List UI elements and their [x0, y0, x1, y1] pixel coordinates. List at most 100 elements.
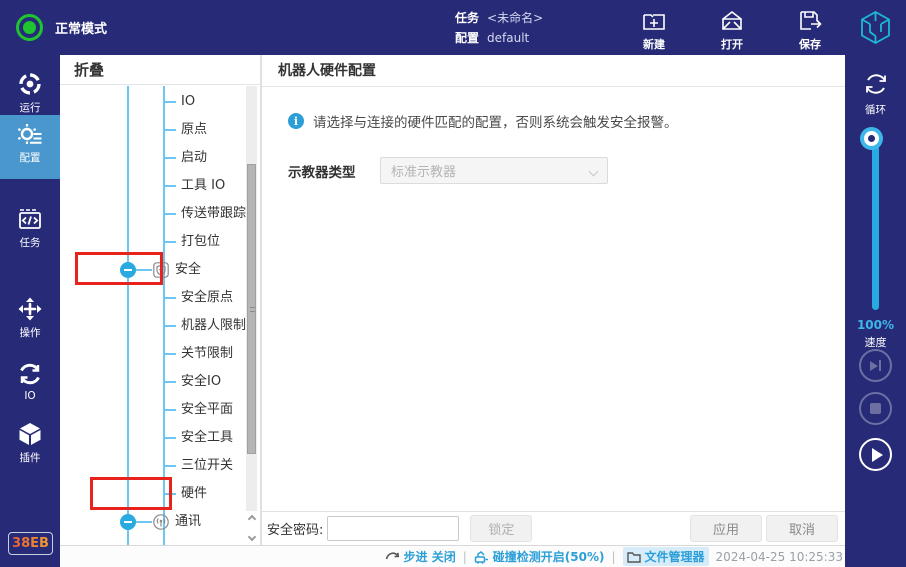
open-button[interactable]: 打开 [704, 8, 760, 52]
tree-item-packing-position[interactable]: 打包位 [60, 228, 244, 256]
tree-item-three-position-switch[interactable]: 三位开关 [60, 452, 244, 480]
content-footer-bar: 安全密码: 锁定 应用 取消 [262, 511, 845, 545]
tree-branch-line [164, 325, 176, 327]
collapse-toggle-icon[interactable] [120, 262, 136, 278]
cancel-button[interactable]: 取消 [766, 515, 838, 542]
play-icon [872, 448, 883, 462]
chevron-down-icon [589, 167, 599, 177]
sidebar-item-config[interactable]: 配置 [0, 115, 60, 179]
tree-branch-line [164, 409, 176, 411]
loop-button[interactable]: 循环 [845, 69, 906, 117]
sidebar-item-task[interactable]: 任务 [0, 200, 60, 250]
info-text: 请选择与连接的硬件匹配的配置，否则系统会触发安全报警。 [313, 111, 678, 131]
save-icon [797, 8, 823, 34]
tree-item-safety-plane[interactable]: 安全平面 [60, 396, 244, 424]
safety-shield-icon [153, 262, 169, 278]
tree-branch-line [164, 493, 176, 495]
new-button[interactable]: 新建 [626, 8, 682, 52]
task-code-icon [17, 206, 43, 232]
sidebar-item-label: IO [24, 390, 35, 402]
config-tree-panel: 折叠 IO 原点 启动 工具 IO 传送带跟踪 打包位 安全 安全原点 机器人限… [60, 55, 262, 545]
scroll-down-icon[interactable] [247, 533, 255, 541]
tree-scrollbar-track[interactable] [246, 86, 257, 511]
tree-item-origin[interactable]: 原点 [60, 116, 244, 144]
scroll-up-icon[interactable] [247, 515, 255, 523]
tree-item-safety-tool[interactable]: 安全工具 [60, 424, 244, 452]
run-icon [17, 71, 43, 97]
file-manager-button[interactable]: 文件管理器 [623, 547, 709, 566]
tree-item-hardware[interactable]: 硬件 [60, 480, 244, 508]
mode-label: 正常模式 [55, 18, 107, 37]
tree-item-safety-home[interactable]: 安全原点 [60, 284, 244, 312]
sidebar-item-operate[interactable]: 操作 [0, 290, 60, 340]
operate-arrows-icon [17, 296, 43, 322]
tree-branch-line [164, 381, 176, 383]
safety-password-label: 安全密码: [267, 519, 323, 538]
tree-branch-line [164, 297, 176, 299]
tree-item-safety[interactable]: 安全 [60, 256, 244, 284]
teach-pendant-type-label: 示教器类型 [288, 161, 380, 181]
sidebar-item-label: 操作 [20, 325, 41, 340]
tree-item-safety-io[interactable]: 安全IO [60, 368, 244, 396]
tree-scrollbar-thumb[interactable] [247, 164, 256, 454]
tree-item-startup[interactable]: 启动 [60, 144, 244, 172]
config-gear-icon [17, 121, 43, 147]
open-icon [719, 8, 745, 34]
speed-label: 速度 [845, 334, 906, 350]
step-mode-status[interactable]: 步进 关闭 [385, 548, 456, 565]
teach-pendant-type-value: 标准示教器 [391, 161, 456, 180]
page-title: 机器人硬件配置 [262, 55, 845, 87]
sidebar-item-label: 任务 [20, 235, 41, 250]
tree-branch-line [136, 521, 152, 523]
new-file-icon [641, 8, 667, 34]
collision-detection-icon [474, 550, 489, 564]
collapse-toggle-icon[interactable] [120, 514, 136, 530]
tree-item-communication[interactable]: 通讯 [60, 508, 244, 536]
speed-slider-track[interactable] [872, 145, 879, 310]
status-bar: 步进 关闭 | 碰撞检测开启(50%) | 文件管理器 2024-04-25 1… [60, 545, 845, 567]
teach-pendant-type-select[interactable]: 标准示教器 [380, 157, 608, 184]
info-message: i 请选择与连接的硬件匹配的配置，否则系统会触发安全报警。 [288, 111, 845, 131]
step-forward-icon [870, 360, 882, 371]
sidebar-item-io[interactable]: IO [0, 355, 60, 402]
timestamp: 2024-04-25 10:25:33 [716, 550, 843, 564]
top-bar: 正常模式 任务<未命名> 配置default 新建 打开 保存 [0, 0, 906, 55]
sidebar-item-label: 运行 [20, 100, 41, 115]
tree-item-robot-limits[interactable]: 机器人限制 [60, 312, 244, 340]
sidebar-item-run[interactable]: 运行 [0, 65, 60, 115]
speed-percent: 100% [845, 318, 906, 332]
tree-item-joint-limits[interactable]: 关节限制 [60, 340, 244, 368]
sidebar-item-label: 插件 [20, 450, 41, 465]
safety-password-input[interactable] [327, 516, 459, 541]
task-config-info: 任务<未命名> 配置default [455, 8, 543, 48]
play-button[interactable] [859, 438, 892, 471]
new-button-label: 新建 [643, 36, 665, 52]
speed-slider-handle[interactable] [864, 131, 879, 146]
robot-hardware-config-panel: 机器人硬件配置 i 请选择与连接的硬件匹配的配置，否则系统会触发安全报警。 示教… [262, 55, 845, 545]
tree-item-tool-io[interactable]: 工具 IO [60, 172, 244, 200]
separator: | [463, 550, 467, 564]
teach-pendant-type-row: 示教器类型 标准示教器 [288, 157, 845, 184]
folder-icon [627, 551, 641, 563]
tree-item-io[interactable]: IO [60, 88, 244, 116]
brand-logo-icon [857, 9, 894, 46]
tree-branch-line [164, 241, 176, 243]
communication-antenna-icon [153, 514, 169, 530]
tree-branch-line [136, 269, 152, 271]
step-forward-button[interactable] [859, 349, 892, 382]
task-label: 任务 [455, 11, 479, 25]
apply-button[interactable]: 应用 [690, 515, 762, 542]
sidebar-item-label: 配置 [20, 150, 41, 165]
loop-icon [861, 69, 891, 99]
tree-item-conveyor-tracking[interactable]: 传送带跟踪 [60, 200, 244, 228]
stop-button[interactable] [859, 392, 892, 425]
collapse-all-button[interactable]: 折叠 [60, 55, 260, 85]
collision-detection-status[interactable]: 碰撞检测开启(50%) [474, 548, 605, 565]
sidebar-item-plugin[interactable]: 插件 [0, 415, 60, 465]
lock-button[interactable]: 锁定 [470, 515, 532, 542]
step-mode-icon [385, 550, 400, 563]
task-value: <未命名> [487, 11, 543, 25]
separator: | [611, 550, 615, 564]
save-button[interactable]: 保存 [782, 8, 838, 52]
tree-branch-line [164, 185, 176, 187]
